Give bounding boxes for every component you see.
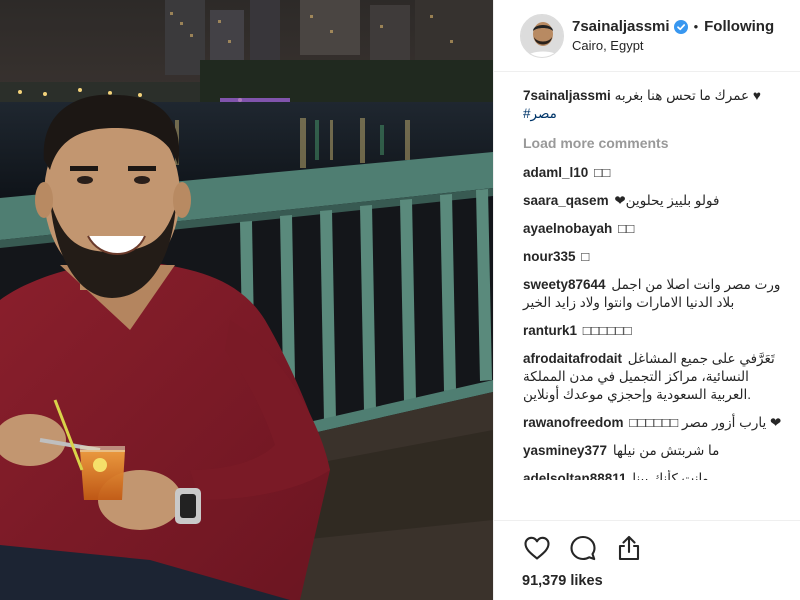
avatar-image bbox=[521, 14, 563, 57]
comment-username[interactable]: afrodaitafrodait bbox=[523, 351, 622, 366]
avatar[interactable] bbox=[520, 13, 564, 58]
location-link[interactable]: Cairo, Egypt bbox=[572, 38, 774, 53]
header-separator: • bbox=[693, 19, 699, 34]
comment-text: ما شربتش من نيلها bbox=[612, 443, 720, 458]
comment-text: □□□□□□ يارب أزور مصر ❤ bbox=[629, 415, 782, 430]
post-header: 7sainaljassmi • Following Cairo, Egypt bbox=[494, 0, 800, 72]
comment-username[interactable]: adelsoltan88811 bbox=[523, 471, 627, 480]
comment-text: □□ bbox=[594, 165, 611, 180]
comment-text: ❤فولو بلييز يحلوين bbox=[614, 193, 720, 208]
header-text: 7sainaljassmi • Following Cairo, Egypt bbox=[572, 18, 774, 53]
action-icons bbox=[522, 533, 800, 563]
comment-username[interactable]: yasminey377 bbox=[523, 443, 607, 458]
heart-icon[interactable] bbox=[522, 533, 552, 563]
comment-item: ranturk1 □□□□□□ bbox=[523, 322, 789, 340]
comment-item: afrodaitafrodait تَعَرَّفي على جميع المش… bbox=[523, 350, 789, 404]
comment-bubble-icon[interactable] bbox=[568, 533, 598, 563]
comment-username[interactable]: saara_qasem bbox=[523, 193, 609, 208]
share-icon[interactable] bbox=[614, 533, 644, 563]
comment-item: saara_qasem ❤فولو بلييز يحلوين bbox=[523, 192, 789, 210]
verified-badge-icon bbox=[673, 19, 688, 34]
likes-count[interactable]: 91,379 likes bbox=[522, 573, 800, 589]
comment-item: nour335 □ bbox=[523, 248, 789, 266]
comment-item: rawanofreedom □□□□□□ يارب أزور مصر ❤ bbox=[523, 414, 789, 432]
comment-item: adelsoltan88811 وانت كأنك بينا bbox=[523, 470, 789, 480]
caption-username[interactable]: 7sainaljassmi bbox=[523, 88, 611, 103]
following-button[interactable]: Following bbox=[704, 18, 774, 35]
caption-text: ♥ عمرك ما تحس هنا بغربه bbox=[614, 88, 761, 103]
comment-username[interactable]: adaml_l10 bbox=[523, 165, 588, 180]
header-row: 7sainaljassmi • Following bbox=[572, 18, 774, 35]
post-actions: 91,379 likes bbox=[494, 520, 800, 600]
comment-username[interactable]: rawanofreedom bbox=[523, 415, 624, 430]
post-photo-illustration bbox=[0, 0, 493, 600]
instagram-post-view: 7sainaljassmi • Following Cairo, Egypt 7… bbox=[0, 0, 800, 600]
load-more-comments-button[interactable]: Load more comments bbox=[523, 135, 789, 151]
comment-item: yasminey377 ما شربتش من نيلها bbox=[523, 442, 789, 460]
comment-username[interactable]: ayaelnobayah bbox=[523, 221, 612, 236]
comment-text: وانت كأنك بينا bbox=[632, 471, 709, 480]
comment-item: sweety87644 ورت مصر وانت اصلا من اجمل بل… bbox=[523, 276, 789, 312]
comment-text: □□□□□□ bbox=[582, 323, 632, 338]
comment-text: □ bbox=[581, 249, 590, 264]
header-username[interactable]: 7sainaljassmi bbox=[572, 18, 670, 35]
caption-hashtag[interactable]: #مصر bbox=[523, 105, 789, 123]
post-side-panel: 7sainaljassmi • Following Cairo, Egypt 7… bbox=[493, 0, 800, 600]
comment-item: ayaelnobayah □□ bbox=[523, 220, 789, 238]
comment-text: □□ bbox=[618, 221, 635, 236]
comment-username[interactable]: nour335 bbox=[523, 249, 576, 264]
comment-item: adaml_l10 □□ bbox=[523, 164, 789, 182]
comments-section[interactable]: 7sainaljassmi ♥ عمرك ما تحس هنا بغربه #م… bbox=[494, 73, 800, 520]
comment-username[interactable]: sweety87644 bbox=[523, 277, 606, 292]
post-photo[interactable] bbox=[0, 0, 493, 600]
comment-username[interactable]: ranturk1 bbox=[523, 323, 577, 338]
post-caption: 7sainaljassmi ♥ عمرك ما تحس هنا بغربه #م… bbox=[523, 87, 789, 123]
